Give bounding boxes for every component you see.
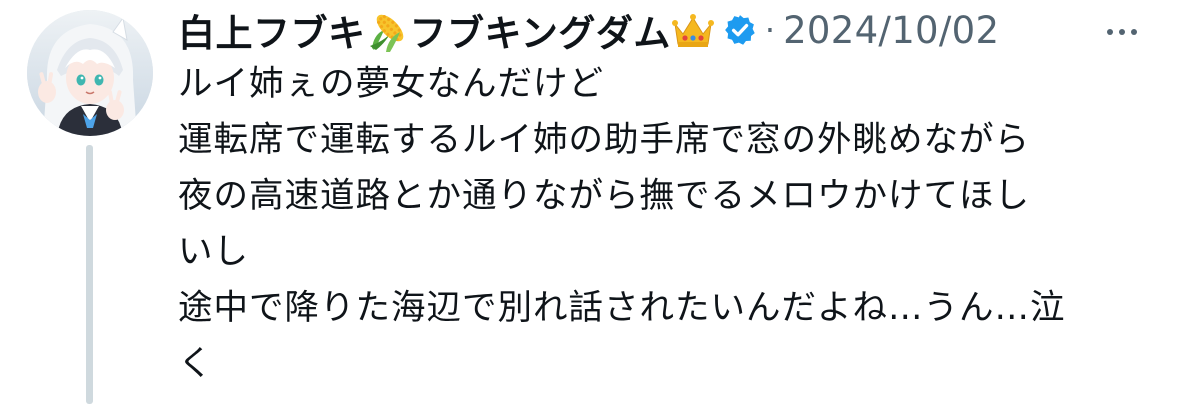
- avatar-image: [27, 10, 153, 136]
- display-name-part2[interactable]: フブキングダム: [410, 3, 671, 57]
- tweet-text-line: 夜の高速道路とか通りながら撫でるメロウかけてほし: [178, 176, 1030, 216]
- tweet-text-line: く: [178, 344, 214, 384]
- tweet-text-line: 途中で降りた海辺で別れ話されたいんだよね…うん…泣: [178, 288, 1066, 328]
- author-display-name[interactable]: 白上フブキ フブキングダム: [178, 3, 715, 57]
- corn-emoji-icon: [369, 14, 403, 52]
- more-options-icon[interactable]: [1102, 22, 1142, 42]
- tweet-text-line: 運転席で運転するルイ姉の助手席で窓の外眺めながら: [178, 120, 1030, 160]
- tweet-header: 白上フブキ フブキングダム · 2024/10/02: [178, 2, 999, 58]
- thread-connector-line: [86, 145, 93, 404]
- tweet-text-line: いし: [178, 232, 249, 272]
- header-separator: ·: [764, 11, 776, 49]
- avatar[interactable]: [27, 10, 153, 136]
- tweet[interactable]: 白上フブキ フブキングダム · 2024/10/02 ルイ姉ぇの夢女なんだけど …: [0, 0, 1179, 404]
- tweet-date[interactable]: 2024/10/02: [783, 9, 999, 52]
- tweet-text-line: ルイ姉ぇの夢女なんだけど: [178, 64, 604, 104]
- crown-emoji-icon: [671, 14, 714, 47]
- display-name-part1[interactable]: 白上フブキ: [178, 3, 366, 57]
- verified-badge-icon[interactable]: [723, 13, 757, 47]
- tweet-text: ルイ姉ぇの夢女なんだけど 運転席で運転するルイ姉の助手席で窓の外眺めながら 夜の…: [178, 56, 1168, 392]
